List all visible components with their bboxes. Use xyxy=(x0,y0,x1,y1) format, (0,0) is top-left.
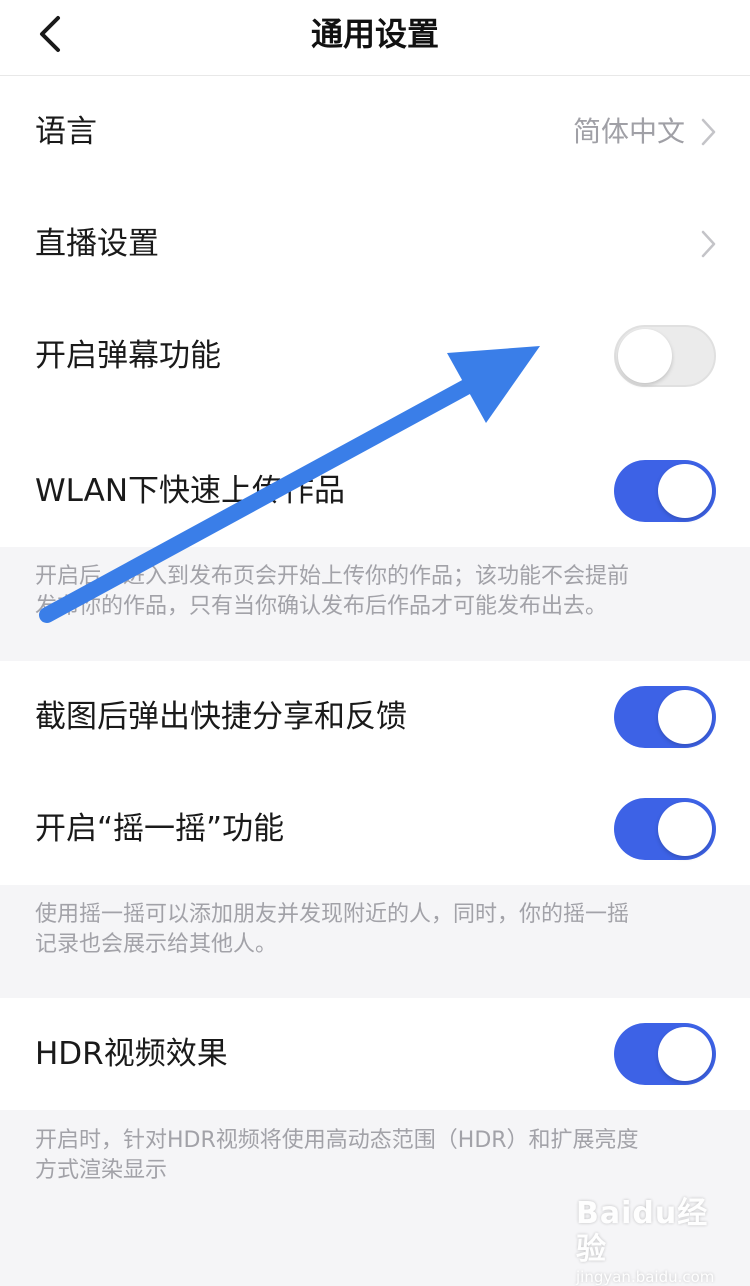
baidu-watermark: Baidu经验 jingyan.baidu.com xyxy=(576,1196,736,1286)
toggle-knob xyxy=(618,329,672,383)
wlan-upload-label: WLAN下快速上传作品 xyxy=(35,473,346,509)
navigation-bar: 通用设置 xyxy=(0,0,750,76)
watermark-url: jingyan.baidu.com xyxy=(576,1268,715,1286)
page-title: 通用设置 xyxy=(310,15,439,53)
hdr-label: HDR视频效果 xyxy=(35,1036,228,1072)
settings-section-general: 语言 简体中文 直播设置 开启弹幕功能 WLAN下快速上传作品 xyxy=(0,76,750,547)
shake-row: 开启“摇一摇”功能 xyxy=(0,773,750,885)
toggle-knob xyxy=(658,690,712,744)
screenshot-share-label: 截图后弹出快捷分享和反馈 xyxy=(35,699,407,735)
chevron-right-icon xyxy=(701,230,716,258)
wlan-upload-row: WLAN下快速上传作品 xyxy=(0,435,750,547)
screenshot-share-row: 截图后弹出快捷分享和反馈 xyxy=(0,661,750,773)
shake-note-line-2: 记录也会展示给其他人。 xyxy=(35,932,278,957)
shake-note-line-1: 使用摇一摇可以添加朋友并发现附近的人，同时，你的摇一摇 xyxy=(35,902,630,927)
wlan-upload-toggle[interactable] xyxy=(614,460,716,522)
screenshot-share-toggle[interactable] xyxy=(614,686,716,748)
hdr-note-line-2: 方式渲染显示 xyxy=(35,1158,168,1183)
shake-toggle[interactable] xyxy=(614,798,716,860)
language-label: 语言 xyxy=(35,114,97,150)
shake-label: 开启“摇一摇”功能 xyxy=(35,811,285,847)
hdr-toggle[interactable] xyxy=(614,1023,716,1085)
danmaku-toggle[interactable] xyxy=(614,325,716,387)
live-settings-label: 直播设置 xyxy=(35,226,159,262)
hdr-row: HDR视频效果 xyxy=(0,998,750,1110)
language-row[interactable]: 语言 简体中文 xyxy=(0,76,750,188)
language-value: 简体中文 xyxy=(572,115,685,148)
live-settings-row[interactable]: 直播设置 xyxy=(0,188,750,300)
danmaku-label: 开启弹幕功能 xyxy=(35,338,221,374)
settings-section-share: 截图后弹出快捷分享和反馈 开启“摇一摇”功能 xyxy=(0,661,750,885)
settings-section-video: HDR视频效果 xyxy=(0,998,750,1110)
toggle-knob xyxy=(658,1027,712,1081)
toggle-knob xyxy=(658,802,712,856)
hdr-note-line-1: 开启时，针对HDR视频将使用高动态范围（HDR）和扩展亮度 xyxy=(35,1128,639,1153)
wlan-upload-note-line-2: 发布你的作品，只有当你确认发布后作品才可能发布出去。 xyxy=(35,594,608,619)
wlan-upload-note-line-1: 开启后，进入到发布页会开始上传你的作品；该功能不会提前 xyxy=(35,564,630,589)
watermark-logo-text: Baidu经验 xyxy=(576,1196,709,1267)
chevron-right-icon xyxy=(701,118,716,146)
danmaku-row: 开启弹幕功能 xyxy=(0,300,750,412)
toggle-knob xyxy=(658,464,712,518)
